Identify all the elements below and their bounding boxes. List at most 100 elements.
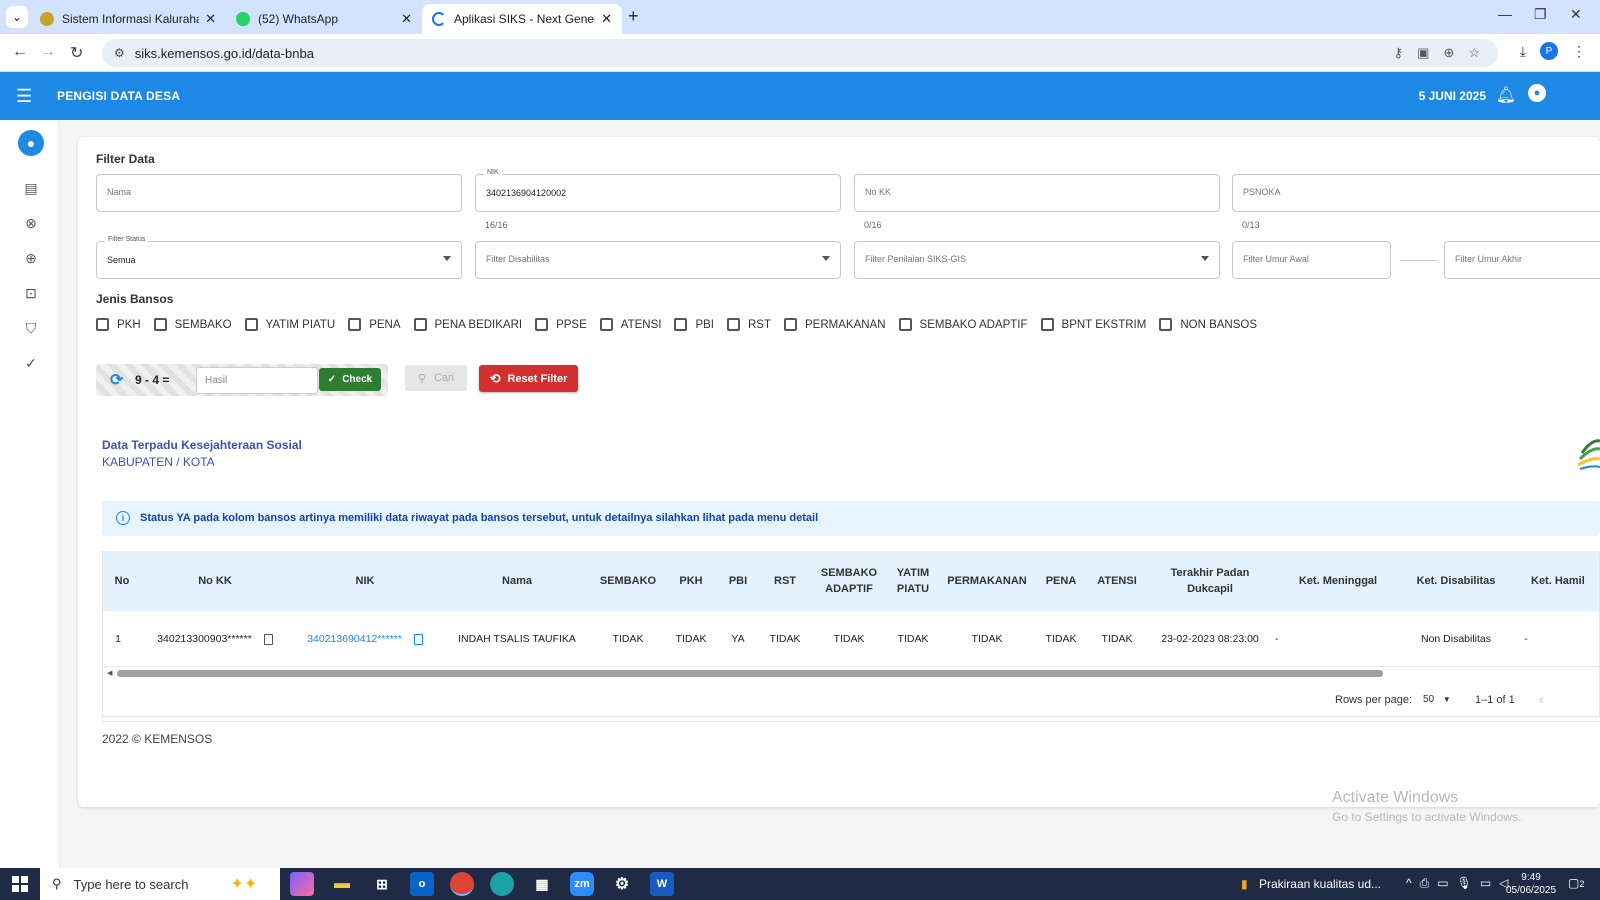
- url-input[interactable]: ⚙ siks.kemensos.go.id/data-bnba: [102, 39, 1498, 67]
- captcha-check-button[interactable]: ✓ Check: [319, 368, 381, 391]
- checkbox-box[interactable]: [535, 318, 549, 331]
- checkbox-box[interactable]: [674, 318, 688, 331]
- checkbox-pena[interactable]: PENA: [348, 318, 401, 331]
- new-tab-button[interactable]: +: [628, 6, 639, 27]
- zoom-icon[interactable]: ⊕: [1443, 45, 1454, 61]
- checkbox-yatim-piatu[interactable]: YATIM PIATU: [244, 318, 335, 331]
- edge-icon[interactable]: [490, 872, 514, 896]
- zoom-app-icon[interactable]: zm: [570, 872, 594, 896]
- file-explorer-icon[interactable]: ▬: [330, 872, 354, 896]
- checkbox-pbi[interactable]: PBI: [674, 318, 714, 331]
- filter-status-select[interactable]: Filter Status Semua: [96, 236, 462, 279]
- network-icon[interactable]: ▭: [1480, 876, 1491, 891]
- checkbox-box[interactable]: [1159, 318, 1173, 331]
- checkbox-box[interactable]: [244, 318, 258, 331]
- close-tab-icon[interactable]: ✕: [401, 11, 412, 27]
- horizontal-scrollbar[interactable]: ◀: [103, 668, 1599, 678]
- th-nama[interactable]: Nama: [441, 551, 593, 611]
- forward-icon[interactable]: →: [40, 43, 56, 61]
- checkbox-permakanan[interactable]: PERMAKANAN: [784, 318, 886, 331]
- checkbox-box[interactable]: [413, 318, 427, 331]
- windows-start-icon[interactable]: [12, 876, 28, 892]
- th-no[interactable]: No: [103, 551, 141, 611]
- notification-center-icon[interactable]: ▢2: [1568, 876, 1584, 890]
- profile-avatar[interactable]: P: [1540, 42, 1558, 60]
- th-atensi[interactable]: ATENSI: [1089, 551, 1145, 611]
- th-nokk[interactable]: No KK: [141, 551, 289, 611]
- th-pkh[interactable]: PKH: [663, 551, 719, 611]
- sidebar-item-add-icon[interactable]: ⊕: [21, 248, 41, 268]
- captcha-answer-input[interactable]: Hasil: [196, 367, 318, 394]
- checkbox-rst[interactable]: RST: [727, 318, 771, 331]
- reset-filter-button[interactable]: ⟲ Reset Filter: [479, 365, 578, 392]
- settings-gear-icon[interactable]: ⚙: [610, 872, 634, 896]
- checkbox-box[interactable]: [898, 318, 912, 331]
- user-avatar-icon[interactable]: ●: [18, 130, 44, 156]
- filter-umur-akhir-input[interactable]: Filter Umur Akhir: [1444, 241, 1600, 279]
- download-icon[interactable]: ⤓: [1520, 43, 1526, 60]
- th-pena[interactable]: PENA: [1033, 551, 1089, 611]
- checkbox-pkh[interactable]: PKH: [96, 318, 141, 331]
- checkbox-box[interactable]: [1040, 318, 1054, 331]
- refresh-captcha-icon[interactable]: ⟳: [110, 370, 123, 390]
- copy-icon[interactable]: [263, 633, 273, 645]
- filter-penilaian-select[interactable]: Filter Penilaian SIKS-GIS: [854, 241, 1220, 279]
- sidebar-item-shield-icon[interactable]: ⛉: [21, 318, 41, 338]
- hamburger-menu-icon[interactable]: ☰: [16, 86, 32, 107]
- outlook-icon[interactable]: o: [410, 872, 434, 896]
- restore-icon[interactable]: ❐: [1534, 6, 1547, 23]
- th-ket-meninggal[interactable]: Ket. Meninggal: [1275, 551, 1401, 611]
- browser-menu-icon[interactable]: ⋮: [1572, 43, 1586, 60]
- th-ket-hamil[interactable]: Ket. Hamil: [1511, 551, 1599, 611]
- close-window-icon[interactable]: ✕: [1570, 6, 1582, 23]
- nama-input[interactable]: Nama: [96, 174, 462, 212]
- th-yatim-piatu[interactable]: YATIM PIATU: [885, 551, 941, 611]
- rows-per-page-select[interactable]: 50 ▼: [1423, 694, 1451, 705]
- notification-bell-icon[interactable]: 🔔︎: [1496, 85, 1516, 105]
- tab-search-chevron-icon[interactable]: ⌄: [6, 6, 28, 28]
- scrollbar-thumb[interactable]: [117, 670, 1383, 677]
- close-tab-icon[interactable]: ✕: [205, 11, 216, 27]
- microphone-icon[interactable]: 🎙︎: [1457, 876, 1472, 891]
- th-pbi[interactable]: PBI: [719, 551, 757, 611]
- checkbox-box[interactable]: [727, 318, 740, 331]
- back-icon[interactable]: ←: [12, 43, 28, 61]
- password-key-icon[interactable]: ⚷: [1394, 45, 1404, 61]
- checkbox-atensi[interactable]: ATENSI: [599, 318, 661, 331]
- browser-tab-kalurahan[interactable]: Sistem Informasi Kaluraha Plered ✕: [30, 4, 226, 34]
- sidebar-item-cancel-icon[interactable]: ⊗: [21, 213, 41, 233]
- taskbar-clock[interactable]: 9:49 05/06/2025: [1506, 871, 1556, 897]
- th-terakhir-padan[interactable]: Terakhir Padan Dukcapil: [1145, 551, 1275, 611]
- nik-input[interactable]: NIK 3402136904120002: [475, 169, 841, 212]
- filter-disabilitas-select[interactable]: Filter Disabilitas: [475, 241, 841, 279]
- checkbox-pena-bedikari[interactable]: PENA BEDIKARI: [413, 318, 522, 331]
- nokk-input[interactable]: No KK: [854, 174, 1220, 212]
- install-app-icon[interactable]: ▣: [1417, 45, 1429, 61]
- taskbar-search-input[interactable]: ⚲ Type here to search ✦✦: [40, 868, 280, 900]
- th-ket-disabilitas[interactable]: Ket. Disabilitas: [1401, 551, 1511, 611]
- account-icon[interactable]: ●: [1528, 84, 1546, 102]
- checkbox-sembako[interactable]: SEMBAKO: [153, 318, 232, 331]
- th-sembako-adaptif[interactable]: SEMBAKO ADAPTIF: [813, 551, 885, 611]
- browser-tab-siks[interactable]: Aplikasi SIKS - Next Generation ✕: [422, 4, 622, 34]
- app-icon[interactable]: ▦: [530, 872, 554, 896]
- checkbox-box[interactable]: [599, 318, 613, 331]
- cari-button[interactable]: ⚲ Cari: [405, 365, 467, 391]
- checkbox-box[interactable]: [153, 318, 167, 331]
- printer-icon[interactable]: ⎙: [1420, 876, 1430, 891]
- device-icon[interactable]: ▭: [1437, 876, 1448, 891]
- scroll-left-icon[interactable]: ◀: [107, 669, 112, 677]
- chevron-up-icon[interactable]: ^: [1406, 876, 1412, 891]
- filter-umur-awal-input[interactable]: Filter Umur Awal: [1232, 241, 1391, 279]
- browser-tab-whatsapp[interactable]: (52) WhatsApp ✕: [226, 4, 422, 34]
- weather-widget[interactable]: ▮ Prakiraan kualitas ud...: [1241, 877, 1381, 891]
- checkbox-box[interactable]: [784, 318, 797, 331]
- th-permakanan[interactable]: PERMAKANAN: [941, 551, 1033, 611]
- chrome-icon[interactable]: [450, 872, 474, 896]
- site-info-icon[interactable]: ⚙: [114, 46, 125, 60]
- minimize-icon[interactable]: —: [1498, 6, 1512, 22]
- store-icon[interactable]: ⊞: [370, 872, 394, 896]
- checkbox-non-bansos[interactable]: NON BANSOS: [1159, 318, 1257, 331]
- checkbox-box[interactable]: [348, 318, 362, 331]
- bookmark-star-icon[interactable]: ☆: [1468, 45, 1480, 61]
